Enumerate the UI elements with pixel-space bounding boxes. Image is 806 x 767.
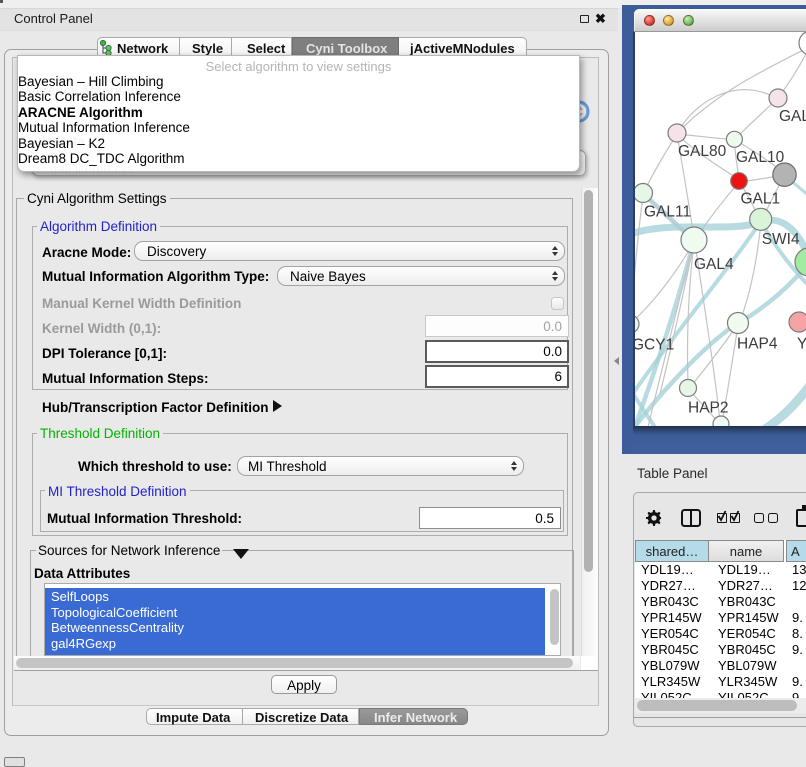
svg-text:SWI4: SWI4 xyxy=(762,231,800,248)
svg-text:GAL10: GAL10 xyxy=(736,149,785,166)
svg-text:YJ: YJ xyxy=(797,336,806,353)
svg-text:GAL1: GAL1 xyxy=(741,191,781,208)
svg-text:HAP4: HAP4 xyxy=(737,336,778,353)
svg-text:GAL11: GAL11 xyxy=(644,204,691,221)
svg-text:GAL7: GAL7 xyxy=(779,108,806,125)
svg-text:GCY1: GCY1 xyxy=(635,337,674,354)
svg-text:GAL80: GAL80 xyxy=(678,143,727,160)
svg-text:HAP2: HAP2 xyxy=(688,400,729,417)
svg-text:GAL4: GAL4 xyxy=(694,256,734,273)
